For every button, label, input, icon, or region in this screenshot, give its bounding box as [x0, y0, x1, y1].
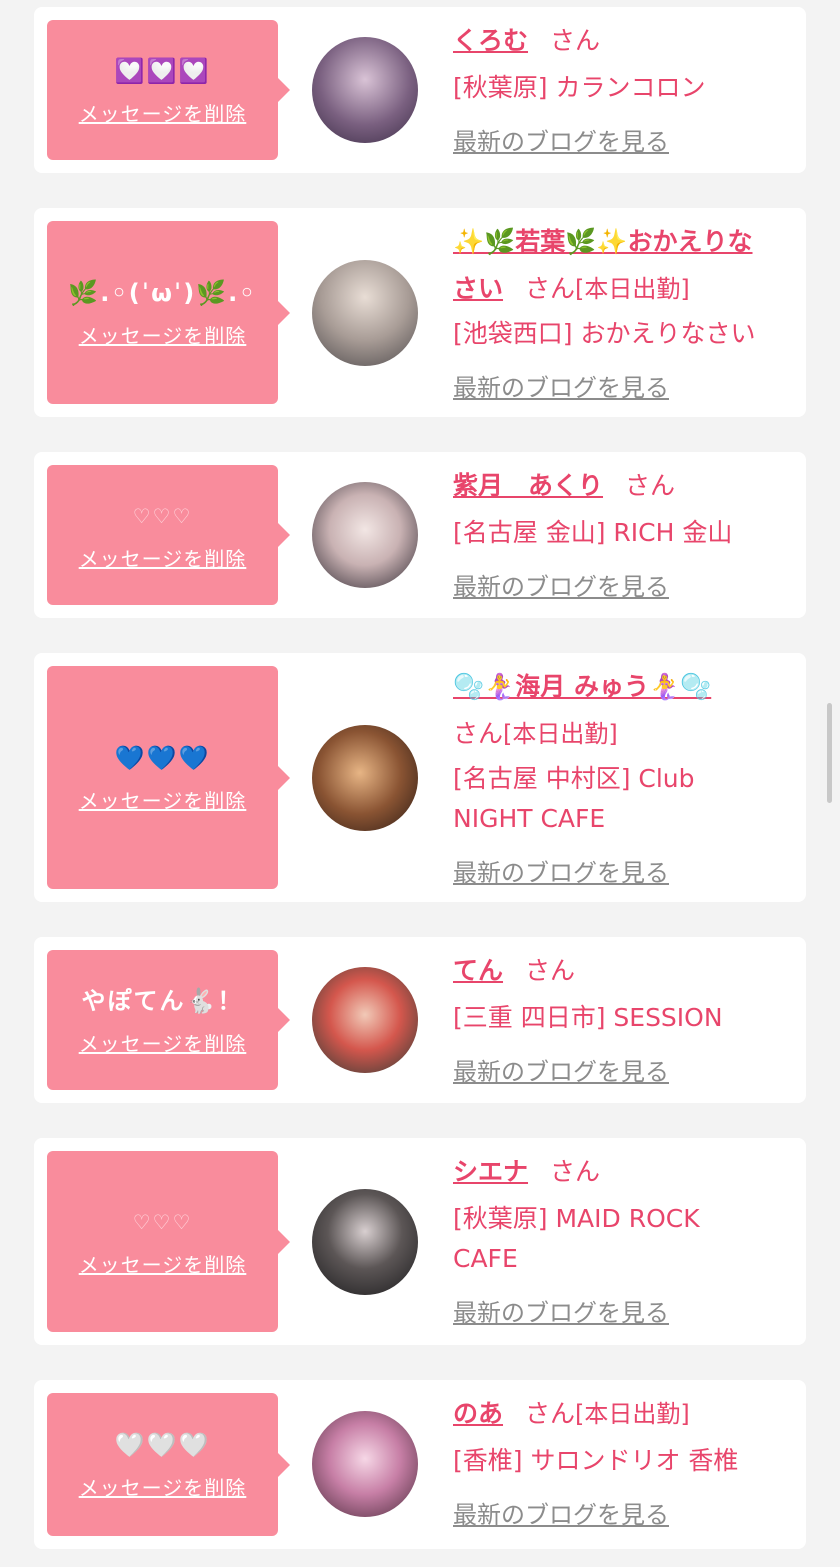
- message-text: 🤍🤍🤍: [114, 1431, 211, 1459]
- shop-label-cont: CAFE: [453, 1244, 518, 1273]
- avatar[interactable]: [312, 1411, 418, 1517]
- honorific: さん: [550, 26, 601, 55]
- honorific: さん: [453, 719, 504, 748]
- latest-blog-link[interactable]: 最新のブログを見る: [453, 853, 669, 888]
- shop-label: [三重 四日市] SESSION: [453, 1003, 723, 1032]
- cast-info: シエナ さん [秋葉原] MAID ROCK CAFE 最新のブログを見る: [453, 1150, 801, 1328]
- message-bubble: ♡♡♡ メッセージを削除: [47, 465, 290, 605]
- message-text: 🌿.◦(ˈωˈ)🌿.◦: [68, 279, 257, 307]
- cast-info: ✨🌿若葉🌿✨おかえりな さい さん[本日出勤] [池袋西口] おかえりなさい 最新…: [453, 220, 801, 403]
- cast-card: やぽてん🐇！ メッセージを削除 てん さん [三重 四日市] SESSION 最新…: [34, 937, 806, 1103]
- latest-blog-link[interactable]: 最新のブログを見る: [453, 122, 669, 157]
- message-text: やぽてん🐇！: [81, 986, 244, 1015]
- cast-name-link[interactable]: 紫月 あくり: [453, 471, 603, 500]
- scrollbar[interactable]: [827, 703, 832, 803]
- cast-card: ♡♡♡ メッセージを削除 シエナ さん [秋葉原] MAID ROCK CAFE …: [34, 1138, 806, 1345]
- honorific: さん: [525, 1399, 576, 1428]
- shop-label: [名古屋 中村区] Club: [453, 764, 695, 793]
- delete-message-link[interactable]: メッセージを削除: [79, 320, 247, 349]
- favorites-list: 💟💟💟 メッセージを削除 くろむ さん [秋葉原] カランコロン 最新のブログを見…: [0, 0, 840, 1567]
- cast-card: 🤍🤍🤍 メッセージを削除 のあ さん[本日出勤] [香椎] サロンドリオ 香椎 最…: [34, 1380, 806, 1549]
- message-bubble: 💙💙💙 メッセージを削除: [47, 666, 290, 889]
- avatar[interactable]: [312, 1189, 418, 1295]
- cast-name-link[interactable]: のあ: [453, 1399, 503, 1428]
- message-text: ♡♡♡: [132, 503, 193, 528]
- latest-blog-link[interactable]: 最新のブログを見る: [453, 567, 669, 602]
- cast-card: 💙💙💙 メッセージを削除 🫧🧜‍♀️海月 みゅう🧜‍♀️🫧 さん[本日出勤] […: [34, 653, 806, 902]
- cast-name-link[interactable]: 🫧🧜‍♀️海月 みゅう🧜‍♀️🫧: [453, 672, 711, 701]
- cast-info: てん さん [三重 四日市] SESSION 最新のブログを見る: [453, 949, 801, 1087]
- shop-label: [秋葉原] カランコロン: [453, 73, 706, 102]
- delete-message-link[interactable]: メッセージを削除: [79, 1028, 247, 1057]
- cast-info: くろむ さん [秋葉原] カランコロン 最新のブログを見る: [453, 19, 801, 157]
- latest-blog-link[interactable]: 最新のブログを見る: [453, 1293, 669, 1328]
- cast-name-link[interactable]: てん: [453, 956, 503, 985]
- honorific: さん: [625, 471, 676, 500]
- cast-name-link[interactable]: くろむ: [453, 26, 528, 55]
- delete-message-link[interactable]: メッセージを削除: [79, 1472, 247, 1501]
- delete-message-link[interactable]: メッセージを削除: [79, 1249, 247, 1278]
- message-bubble: 🌿.◦(ˈωˈ)🌿.◦ メッセージを削除: [47, 221, 290, 404]
- cast-card: 🌿.◦(ˈωˈ)🌿.◦ メッセージを削除 ✨🌿若葉🌿✨おかえりな さい さん[本日…: [34, 208, 806, 417]
- message-text: 💟💟💟: [114, 56, 211, 85]
- shop-label: [香椎] サロンドリオ 香椎: [453, 1446, 739, 1475]
- latest-blog-link[interactable]: 最新のブログを見る: [453, 368, 669, 403]
- delete-message-link[interactable]: メッセージを削除: [79, 98, 247, 127]
- delete-message-link[interactable]: メッセージを削除: [79, 543, 247, 572]
- avatar[interactable]: [312, 725, 418, 831]
- cast-card: ♡♡♡ メッセージを削除 紫月 あくり さん [名古屋 金山] RICH 金山 最…: [34, 452, 806, 618]
- latest-blog-link[interactable]: 最新のブログを見る: [453, 1052, 669, 1087]
- honorific: さん: [525, 956, 576, 985]
- message-text: ♡♡♡: [132, 1210, 193, 1234]
- today-badge: [本日出勤]: [503, 720, 618, 748]
- message-bubble: 🤍🤍🤍 メッセージを削除: [47, 1393, 290, 1536]
- message-bubble: ♡♡♡ メッセージを削除: [47, 1151, 290, 1332]
- message-bubble: 💟💟💟 メッセージを削除: [47, 20, 290, 160]
- cast-name-link[interactable]: ✨🌿若葉🌿✨おかえりな: [453, 227, 753, 256]
- avatar[interactable]: [312, 37, 418, 143]
- shop-label: [秋葉原] MAID ROCK: [453, 1204, 700, 1233]
- message-text: 💙💙💙: [114, 744, 211, 772]
- shop-label: [池袋西口] おかえりなさい: [453, 319, 756, 348]
- avatar[interactable]: [312, 482, 418, 588]
- cast-info: のあ さん[本日出勤] [香椎] サロンドリオ 香椎 最新のブログを見る: [453, 1392, 801, 1530]
- shop-label: [名古屋 金山] RICH 金山: [453, 518, 733, 547]
- message-bubble: やぽてん🐇！ メッセージを削除: [47, 950, 290, 1090]
- avatar[interactable]: [312, 967, 418, 1073]
- cast-name-link[interactable]: シエナ: [453, 1157, 528, 1186]
- delete-message-link[interactable]: メッセージを削除: [79, 785, 247, 814]
- cast-name-link-cont[interactable]: さい: [453, 274, 503, 303]
- cast-card: 💟💟💟 メッセージを削除 くろむ さん [秋葉原] カランコロン 最新のブログを見…: [34, 7, 806, 173]
- today-badge: [本日出勤]: [575, 1400, 690, 1428]
- today-badge: [本日出勤]: [575, 275, 690, 303]
- shop-label-cont: NIGHT CAFE: [453, 804, 606, 833]
- cast-info: 🫧🧜‍♀️海月 みゅう🧜‍♀️🫧 さん[本日出勤] [名古屋 中村区] Club…: [453, 665, 801, 888]
- latest-blog-link[interactable]: 最新のブログを見る: [453, 1495, 669, 1530]
- honorific: さん: [550, 1157, 601, 1186]
- honorific: さん: [525, 274, 576, 303]
- avatar[interactable]: [312, 260, 418, 366]
- cast-info: 紫月 あくり さん [名古屋 金山] RICH 金山 最新のブログを見る: [453, 464, 801, 602]
